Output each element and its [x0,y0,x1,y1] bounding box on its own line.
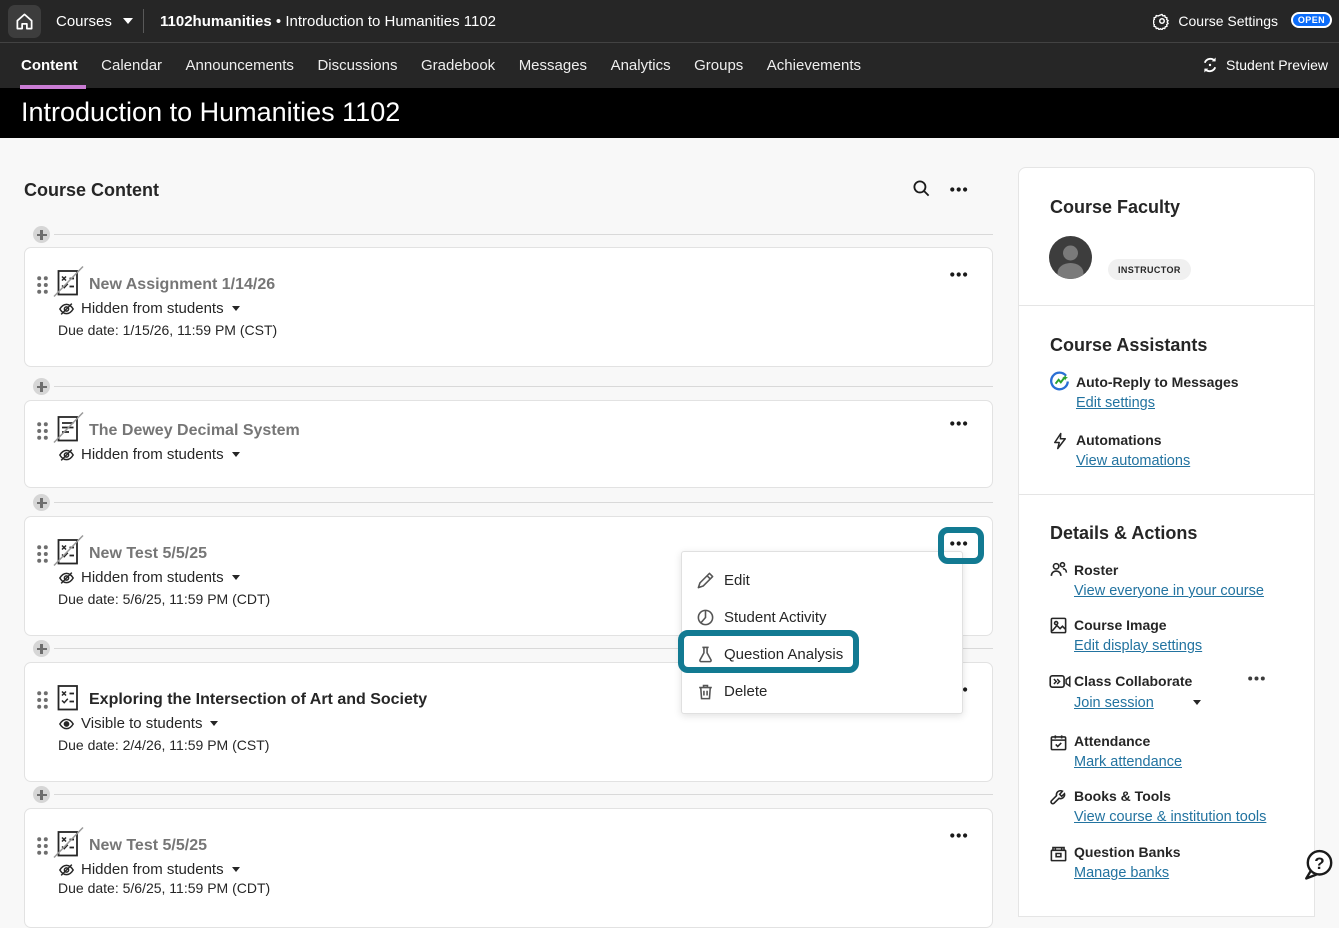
svg-text:?: ? [1314,854,1324,873]
